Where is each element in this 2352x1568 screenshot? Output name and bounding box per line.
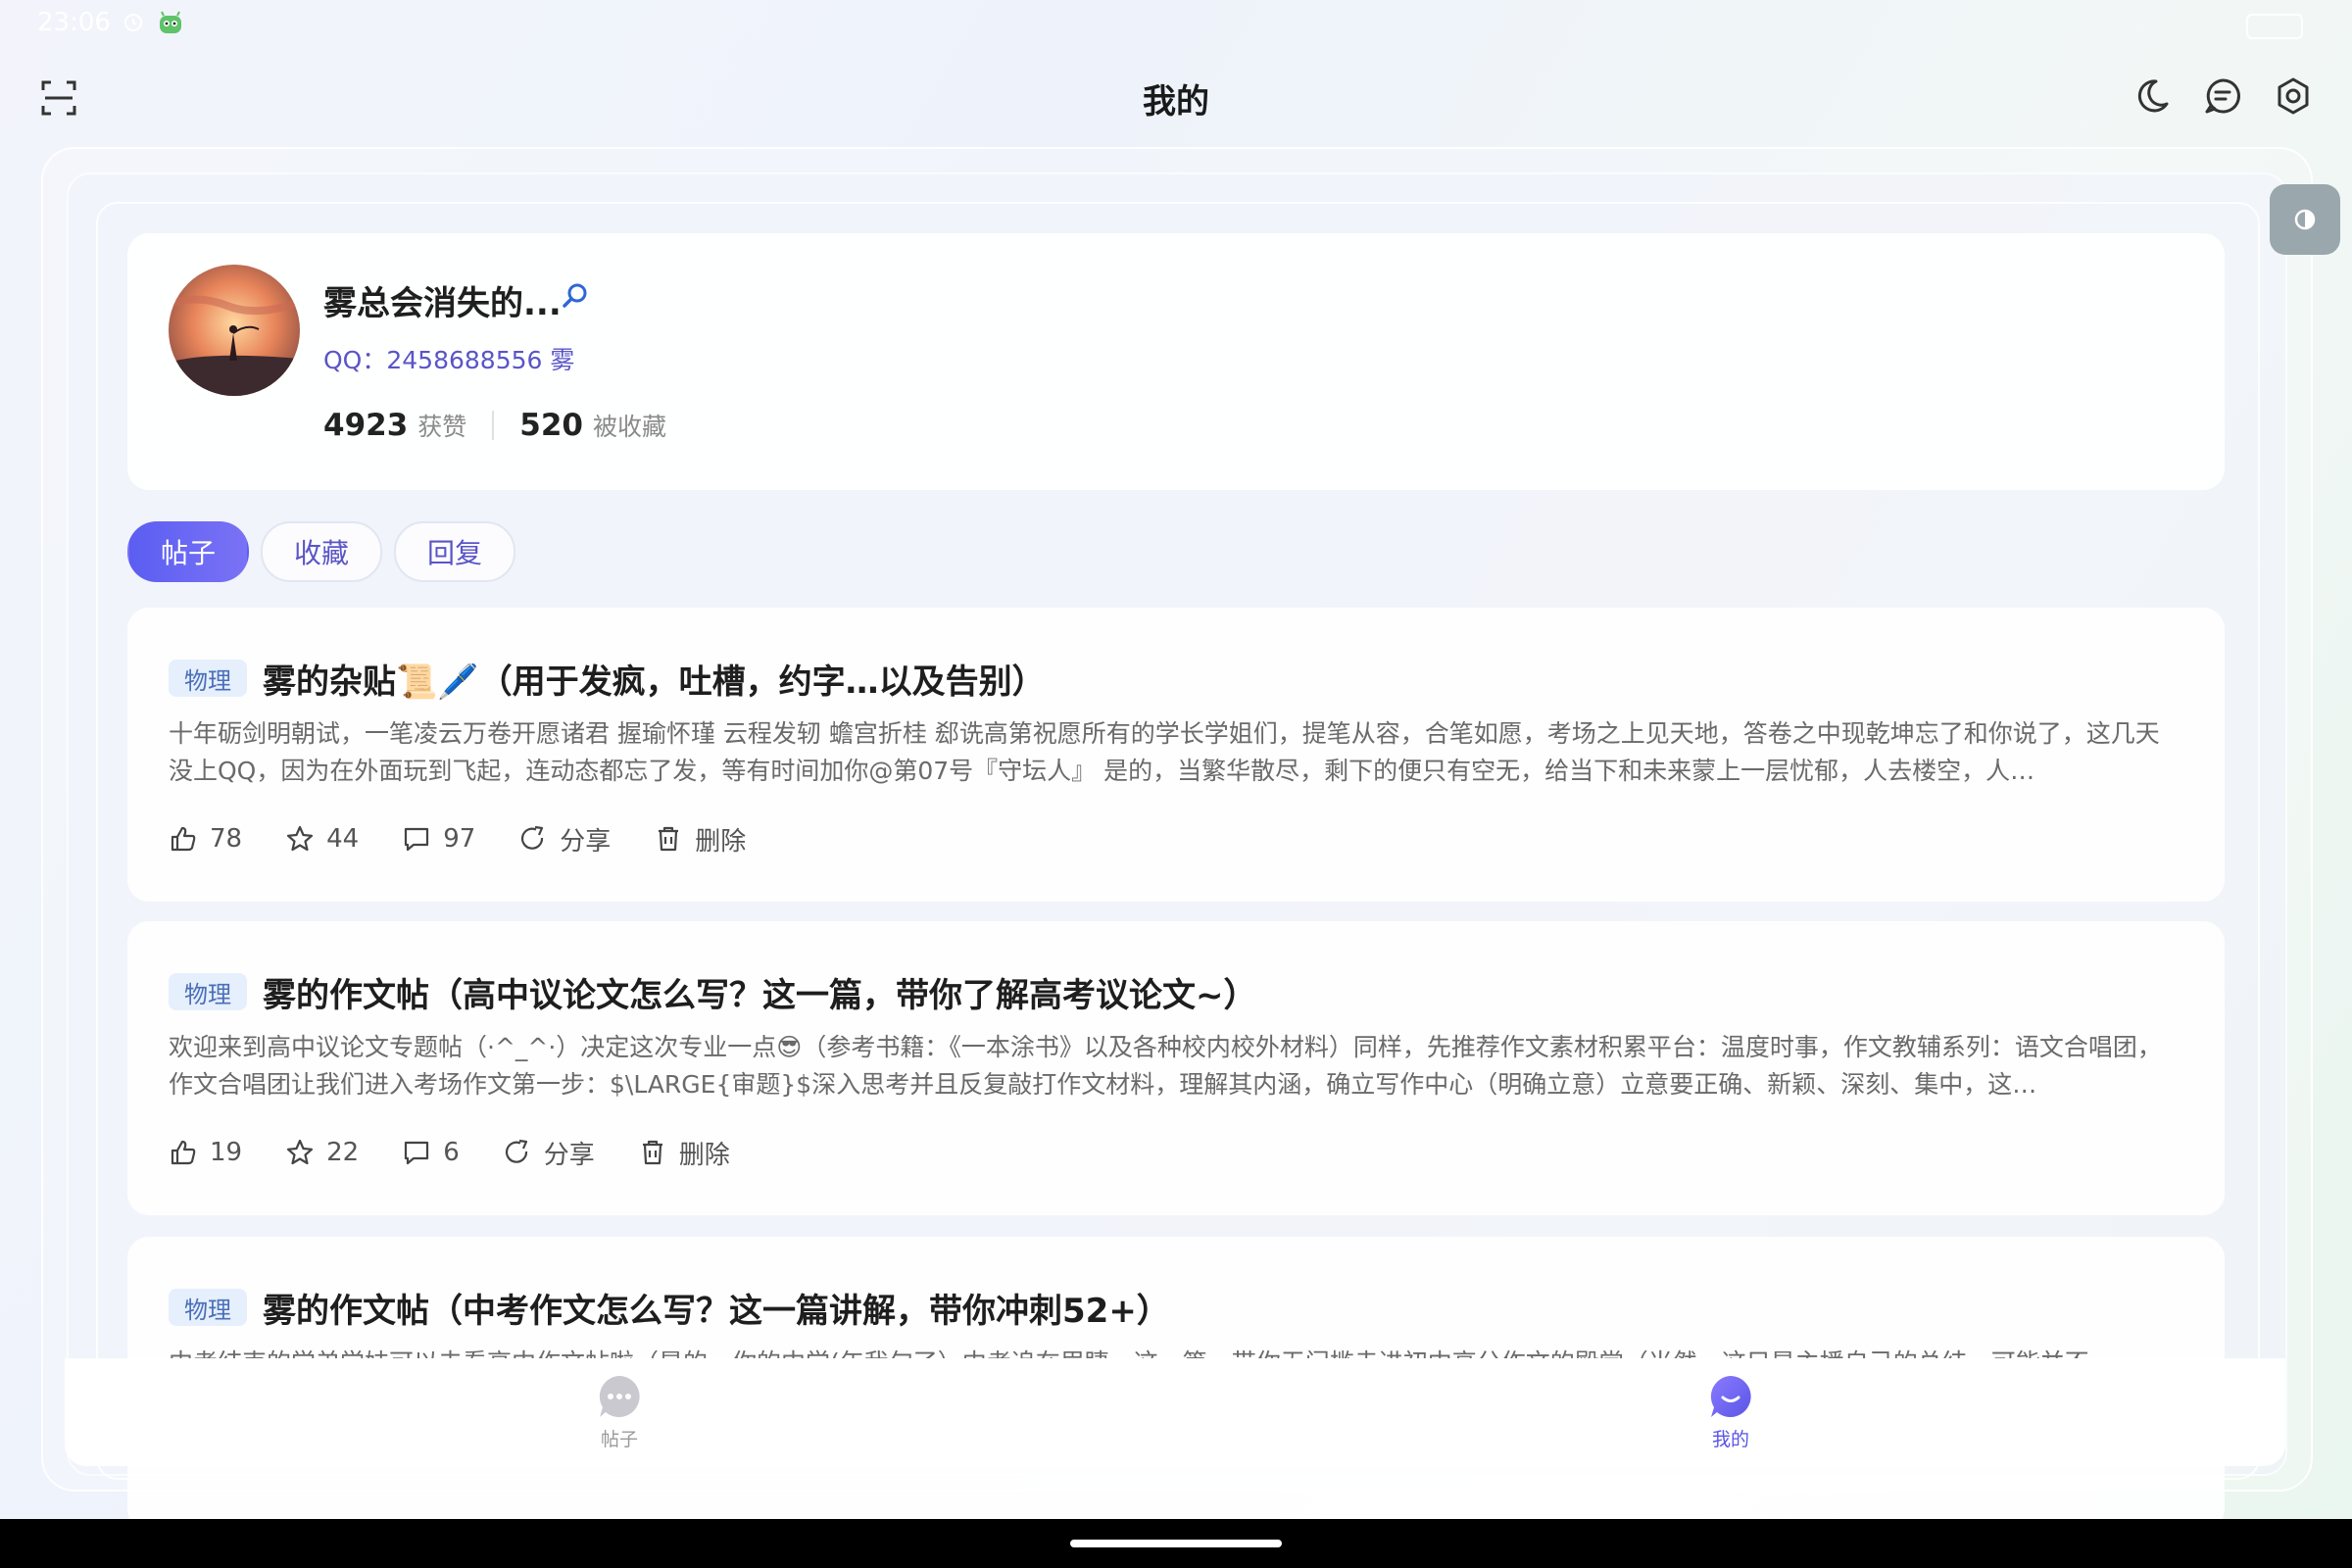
- star-icon: [286, 825, 314, 852]
- thumbs-up-icon: [171, 1140, 196, 1165]
- delete-label: 删除: [695, 826, 747, 857]
- theme-contrast-button[interactable]: [2270, 184, 2340, 255]
- post-title-row: 物理 雾的作文帖（高中议论文怎么写？这一篇，带你了解高考议论文~）: [169, 968, 1257, 1015]
- comment-button[interactable]: 97: [402, 824, 475, 854]
- comment-icon: [405, 827, 429, 852]
- like-button[interactable]: 19: [169, 1138, 242, 1167]
- delete-button[interactable]: 删除: [638, 1135, 730, 1171]
- delete-button[interactable]: 删除: [654, 821, 746, 858]
- smile-bubble-icon: [1710, 1376, 1751, 1417]
- like-button[interactable]: 78: [169, 824, 242, 854]
- page-title: 我的: [1143, 82, 1209, 122]
- bottom-nav: 帖子 我的: [65, 1358, 2285, 1466]
- profile-stats: 4923 获赞 520 被收藏: [323, 406, 666, 445]
- likes-count: 4923: [323, 408, 409, 443]
- post-title-row: 物理 雾的作文帖（中考作文怎么写？这一篇讲解，带你冲刺52+）: [169, 1284, 1170, 1331]
- post-title[interactable]: 雾的作文帖（高中议论文怎么写？这一篇，带你了解高考议论文~）: [263, 968, 1257, 1016]
- post-title[interactable]: 雾的作文帖（中考作文怎么写？这一篇讲解，带你冲刺52+）: [263, 1284, 1170, 1332]
- chat-bubble-icon: [599, 1376, 640, 1417]
- share-label: 分享: [543, 1140, 595, 1170]
- nav-me-label: 我的: [1711, 1429, 1749, 1450]
- share-button[interactable]: 分享: [518, 821, 611, 858]
- post-actions: 19 22 6 分享 删除: [169, 1133, 730, 1172]
- comment-icon: [405, 1141, 429, 1165]
- profile-tabs: 帖子 收藏 回复: [127, 521, 516, 582]
- thumbs-up-icon: [171, 826, 196, 852]
- star-icon: [286, 1139, 314, 1165]
- post-excerpt: 十年砺剑明朝试，一笔凌云万卷开愿诸君 握瑜怀瑾 云程发轫 蟾宫折桂 郄诜高第祝愿…: [169, 719, 2160, 785]
- profile-card: 雾总会消失的... QQ：2458688556 雾 4923 获赞 520 被收…: [127, 233, 2225, 490]
- comment-button[interactable]: 6: [402, 1138, 460, 1167]
- search-icon[interactable]: [559, 280, 590, 312]
- settings-icon[interactable]: [2274, 76, 2313, 116]
- nav-posts[interactable]: 帖子: [561, 1358, 678, 1466]
- favorites-count: 520: [519, 408, 584, 443]
- tab-replies[interactable]: 回复: [394, 521, 516, 582]
- comment-count: 6: [443, 1138, 460, 1167]
- qq-number: QQ：2458688556 雾: [323, 346, 575, 374]
- star-count: 22: [326, 1138, 360, 1167]
- battery-icon: [2246, 14, 2303, 39]
- post-tag[interactable]: 物理: [169, 1289, 247, 1326]
- favorites-label: 被收藏: [593, 413, 667, 441]
- share-icon: [505, 1139, 527, 1163]
- post-tag[interactable]: 物理: [169, 660, 247, 697]
- home-indicator[interactable]: [1070, 1540, 1282, 1547]
- username: 雾总会消失的...: [323, 284, 562, 323]
- share-label: 分享: [560, 826, 612, 857]
- bot-icon: [160, 11, 181, 33]
- alarm-icon: [124, 14, 142, 31]
- likes-label: 获赞: [417, 413, 467, 441]
- status-time: 23:06: [37, 8, 111, 37]
- trash-icon: [642, 1140, 662, 1165]
- like-count: 19: [210, 1138, 243, 1167]
- status-bar: 23:06: [0, 0, 2352, 49]
- share-button[interactable]: 分享: [503, 1135, 595, 1171]
- moon-icon[interactable]: [2132, 76, 2172, 116]
- message-icon[interactable]: [2203, 76, 2242, 116]
- contrast-icon: [2294, 209, 2316, 230]
- post-title[interactable]: 雾的杂贴📜🖊️（用于发疯，吐槽，约字…以及告别）: [263, 655, 1046, 703]
- delete-label: 删除: [678, 1140, 730, 1170]
- tab-favorites[interactable]: 收藏: [261, 521, 383, 582]
- nav-posts-label: 帖子: [600, 1429, 638, 1450]
- avatar[interactable]: [169, 265, 300, 396]
- post-card[interactable]: 物理 雾的作文帖（高中议论文怎么写？这一篇，带你了解高考议论文~） 欢迎来到高中…: [127, 921, 2225, 1215]
- nav-me[interactable]: 我的: [1672, 1358, 1789, 1466]
- post-card[interactable]: 物理 雾的杂贴📜🖊️（用于发疯，吐槽，约字…以及告别） 十年砺剑明朝试，一笔凌云…: [127, 608, 2225, 902]
- star-button[interactable]: 22: [285, 1138, 359, 1167]
- comment-count: 97: [443, 824, 476, 854]
- tab-posts[interactable]: 帖子: [127, 521, 250, 582]
- post-actions: 78 44 97 分享 删除: [169, 819, 746, 858]
- star-count: 44: [326, 824, 360, 854]
- post-excerpt: 欢迎来到高中议论文专题帖（·^_^·）决定这次专业一点😎（参考书籍：《一本涂书》…: [169, 1033, 2162, 1099]
- like-count: 78: [210, 824, 243, 854]
- post-title-row: 物理 雾的杂贴📜🖊️（用于发疯，吐槽，约字…以及告别）: [169, 655, 1046, 702]
- trash-icon: [659, 826, 679, 852]
- stat-divider: [492, 411, 495, 440]
- post-tag[interactable]: 物理: [169, 973, 247, 1010]
- star-button[interactable]: 44: [285, 824, 359, 854]
- share-icon: [521, 825, 544, 850]
